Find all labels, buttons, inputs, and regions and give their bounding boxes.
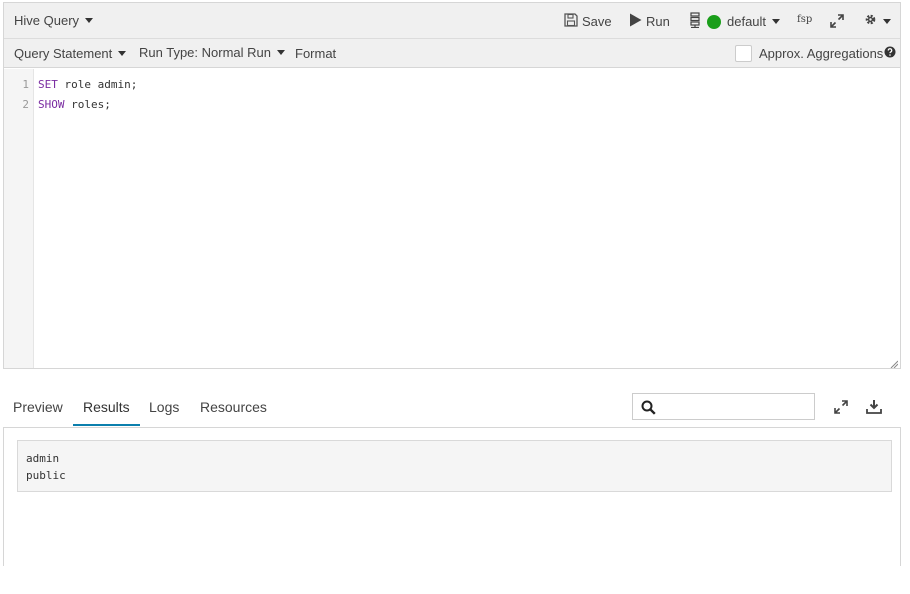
editor-subtoolbar: Query Statement Run Type: Normal Run For… xyxy=(4,39,900,68)
code-text: roles; xyxy=(64,98,111,111)
search-icon xyxy=(641,400,656,420)
query-statement-label: Query Statement xyxy=(14,46,113,61)
result-row: admin xyxy=(26,452,60,465)
save-icon xyxy=(564,13,578,30)
chevron-down-icon xyxy=(772,19,781,24)
editor-toolbar: Hive Query Save Run default fsp xyxy=(4,3,900,39)
tab-results[interactable]: Results xyxy=(73,388,140,426)
run-label: Run xyxy=(646,14,670,29)
code-editor[interactable]: 1 2 SET role admin; SHOW roles; xyxy=(4,69,900,369)
line-number: 1 xyxy=(22,78,29,91)
expand-editor-button[interactable] xyxy=(830,14,844,31)
gear-icon xyxy=(864,13,877,29)
results-search[interactable] xyxy=(632,393,815,420)
expand-results-button[interactable] xyxy=(834,400,848,417)
format-button[interactable]: Format xyxy=(295,46,336,61)
sql-keyword: SHOW xyxy=(38,98,65,111)
line-number-gutter: 1 2 xyxy=(4,69,34,368)
approx-aggregations-label[interactable]: Approx. Aggregations xyxy=(759,46,883,61)
query-type-dropdown[interactable]: Hive Query xyxy=(14,13,94,28)
query-statement-dropdown[interactable]: Query Statement xyxy=(14,46,127,61)
resize-handle-icon[interactable] xyxy=(890,358,899,369)
result-row: public xyxy=(26,469,66,482)
download-icon xyxy=(866,399,882,417)
format-label: Format xyxy=(295,46,337,61)
sql-keyword: SET xyxy=(38,78,58,91)
tab-preview[interactable]: Preview xyxy=(3,388,73,426)
database-selector[interactable]: default xyxy=(689,12,781,31)
run-type-label: Run Type: Normal Run xyxy=(139,45,271,60)
help-icon[interactable] xyxy=(884,46,896,58)
query-editor-panel: Hive Query Save Run default fsp Query St… xyxy=(3,2,901,369)
results-output: admin public xyxy=(17,440,892,492)
play-icon xyxy=(629,13,642,30)
save-label: Save xyxy=(582,14,612,29)
expand-icon xyxy=(834,400,848,417)
chevron-down-icon xyxy=(85,18,94,23)
settings-dropdown[interactable] xyxy=(864,13,891,29)
tab-resources[interactable]: Resources xyxy=(190,388,277,426)
chevron-down-icon xyxy=(277,50,285,55)
run-type-dropdown[interactable]: Run Type: Normal Run xyxy=(139,45,285,60)
code-line[interactable]: SET role admin; xyxy=(38,78,137,91)
chevron-down-icon xyxy=(883,18,891,24)
format-short-label: fsp xyxy=(797,14,813,25)
database-name: default xyxy=(727,14,767,29)
chevron-down-icon xyxy=(118,51,127,56)
status-dot-icon xyxy=(707,14,721,29)
server-icon xyxy=(689,12,701,31)
code-text: role admin; xyxy=(57,78,138,91)
approx-aggregations-text: Approx. Aggregations xyxy=(759,46,884,61)
download-button[interactable] xyxy=(866,399,882,417)
format-query-button[interactable]: fsp xyxy=(797,14,812,25)
results-panel: admin public xyxy=(3,428,901,566)
run-button[interactable]: Run xyxy=(629,13,670,30)
expand-icon xyxy=(830,14,844,31)
approx-aggregations-checkbox[interactable] xyxy=(735,45,752,62)
search-input[interactable] xyxy=(661,396,811,417)
query-type-label: Hive Query xyxy=(14,13,80,28)
save-button[interactable]: Save xyxy=(564,13,612,30)
tab-logs[interactable]: Logs xyxy=(139,388,189,426)
line-number: 2 xyxy=(22,98,29,111)
code-line[interactable]: SHOW roles; xyxy=(38,98,111,111)
